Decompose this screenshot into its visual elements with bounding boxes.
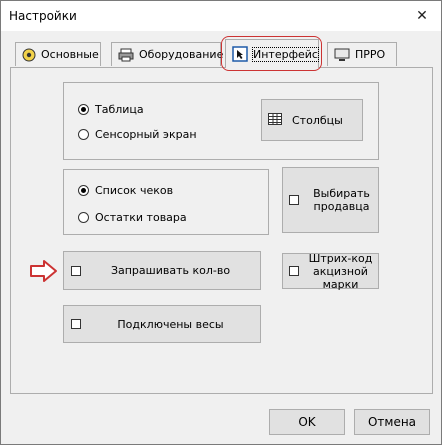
scales-connected-toggle[interactable]: Подключены весы <box>63 305 261 343</box>
printer-icon <box>118 47 134 63</box>
scales-connected-label: Подключены весы <box>117 317 224 331</box>
excise-barcode-checkbox[interactable] <box>289 266 299 276</box>
tab-highlight-annotation <box>221 36 322 71</box>
radio-stock-balance[interactable]: Остатки товара <box>78 211 187 224</box>
cancel-button-label: Отмена <box>367 415 417 429</box>
monitor-icon <box>334 47 350 63</box>
radio-receipts-list-label: Список чеков <box>95 184 174 197</box>
ask-quantity-label: Запрашивать кол-во <box>110 264 231 277</box>
tab-prro[interactable]: ПРРО <box>327 42 397 66</box>
radio-stock-balance-indicator[interactable] <box>78 212 89 223</box>
view-mode-group: Таблица Сенсорный экран Столбцы <box>63 82 379 160</box>
tab-equipment[interactable]: Оборудование <box>111 42 224 66</box>
tab-main[interactable]: Основные <box>15 42 101 66</box>
settings-circle-icon <box>22 47 36 63</box>
settings-window: Настройки ✕ Основные Оборудование Интерф… <box>0 0 442 445</box>
radio-receipts-list[interactable]: Список чеков <box>78 184 173 197</box>
tab-prro-label: ПРРО <box>355 48 386 61</box>
radio-table-indicator[interactable] <box>78 104 89 115</box>
columns-button-label: Столбцы <box>292 113 343 127</box>
window-title: Настройки <box>9 9 77 23</box>
columns-button[interactable]: Столбцы <box>261 99 363 141</box>
radio-touchscreen-label: Сенсорный экран <box>95 128 197 141</box>
columns-grid-icon <box>268 112 282 128</box>
ok-button[interactable]: OK <box>269 409 345 435</box>
list-mode-group: Список чеков Остатки товара <box>63 169 269 235</box>
excise-barcode-label: Штрих-код акцизной марки <box>308 251 373 291</box>
choose-seller-checkbox[interactable] <box>289 195 299 205</box>
cancel-button[interactable]: Отмена <box>354 409 430 435</box>
radio-stock-balance-label: Остатки товара <box>95 211 187 224</box>
arrow-annotation-icon <box>29 259 59 286</box>
ok-button-label: OK <box>298 415 316 429</box>
ask-quantity-toggle[interactable]: Запрашивать кол-во <box>63 251 261 290</box>
radio-touchscreen[interactable]: Сенсорный экран <box>78 128 197 141</box>
close-icon: ✕ <box>416 8 428 24</box>
excise-barcode-toggle[interactable]: Штрих-код акцизной марки <box>282 251 379 291</box>
choose-seller-label: Выбирать продавца <box>313 187 370 213</box>
ask-quantity-checkbox[interactable] <box>71 265 81 276</box>
radio-receipts-list-indicator[interactable] <box>78 185 89 196</box>
tab-equipment-label: Оборудование <box>139 48 224 61</box>
interface-tab-panel: Таблица Сенсорный экран Столбцы Список ч… <box>10 67 433 394</box>
close-button[interactable]: ✕ <box>409 5 435 27</box>
radio-table-label: Таблица <box>95 103 144 116</box>
title-bar: Настройки ✕ <box>1 1 441 31</box>
scales-connected-checkbox[interactable] <box>71 319 81 329</box>
choose-seller-toggle[interactable]: Выбирать продавца <box>282 167 379 233</box>
tab-main-label: Основные <box>41 48 99 61</box>
radio-touchscreen-indicator[interactable] <box>78 129 89 140</box>
radio-table[interactable]: Таблица <box>78 103 144 116</box>
